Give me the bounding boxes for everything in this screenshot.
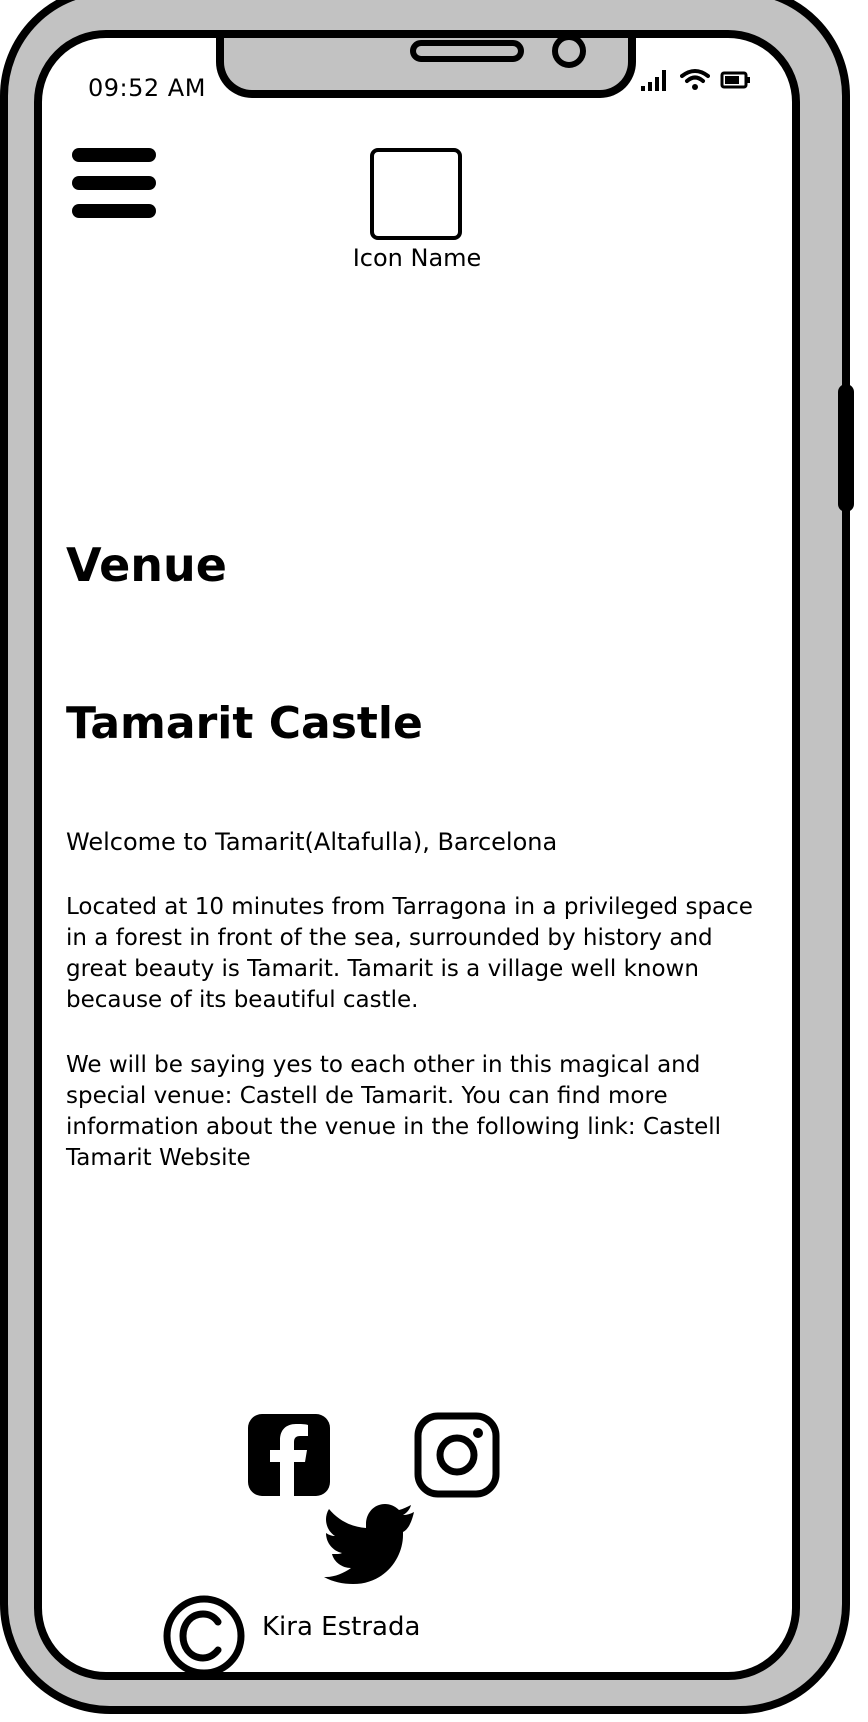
- menu-bar: [72, 176, 156, 190]
- instagram-icon[interactable]: [414, 1412, 500, 1498]
- page: 09:52 AM Icon Name Venue Tamarit Castle …: [0, 0, 868, 1722]
- wifi-icon: [680, 69, 710, 90]
- status-icons: [640, 68, 752, 92]
- menu-bar: [72, 204, 156, 218]
- status-time: 09:52 AM: [88, 74, 206, 102]
- signal-icon: [641, 70, 666, 91]
- copyright-icon: [163, 1595, 245, 1672]
- speaker-icon: [410, 40, 524, 62]
- welcome-text: Welcome to Tamarit(Altafulla), Barcelona: [66, 828, 558, 856]
- phone-screen: 09:52 AM Icon Name Venue Tamarit Castle …: [34, 30, 800, 1680]
- venue-info: We will be saying yes to each other in t…: [66, 1052, 722, 1171]
- hamburger-menu-icon[interactable]: [72, 148, 156, 220]
- logo-placeholder-icon[interactable]: [370, 148, 462, 240]
- battery-icon: [720, 71, 750, 89]
- copyright-name: Kira Estrada: [262, 1612, 421, 1642]
- phone-notch: [216, 38, 636, 98]
- facebook-icon[interactable]: [246, 1412, 332, 1498]
- logo-label: Icon Name: [352, 244, 482, 272]
- venue-description: Located at 10 minutes from Tarragona in …: [66, 894, 753, 1013]
- camera-icon: [552, 38, 586, 68]
- twitter-icon[interactable]: [324, 1504, 416, 1584]
- section-title: Venue: [66, 538, 227, 592]
- phone-side-button: [838, 384, 854, 512]
- menu-bar: [72, 148, 156, 162]
- venue-name: Tamarit Castle: [66, 698, 423, 749]
